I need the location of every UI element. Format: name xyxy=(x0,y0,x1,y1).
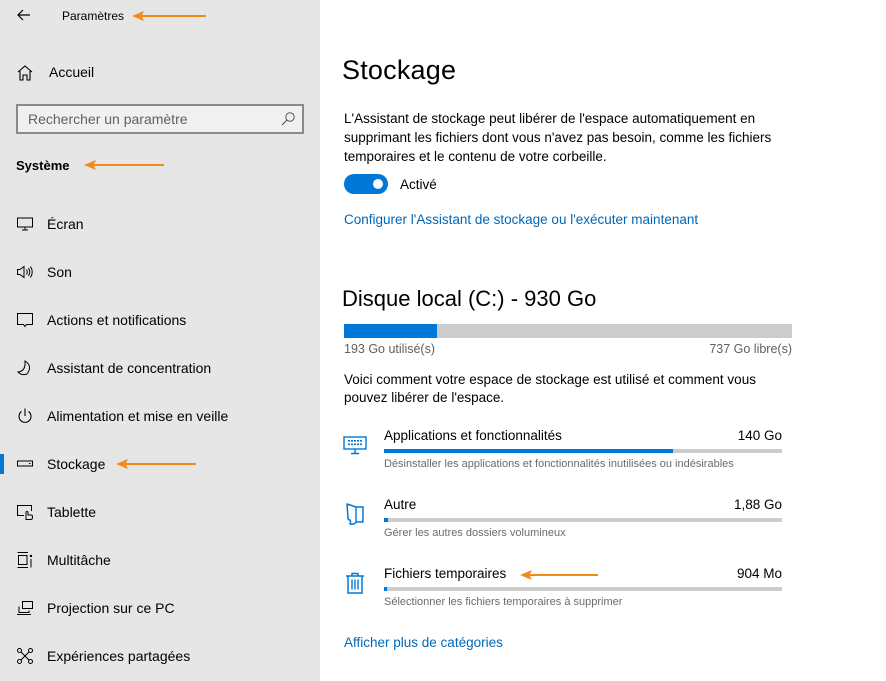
search-icon[interactable] xyxy=(280,111,296,127)
disk-usage-bar xyxy=(344,324,792,338)
disk-used-label: 193 Go utilisé(s) xyxy=(344,342,436,356)
main-content: Stockage L'Assistant de stockage peut li… xyxy=(320,0,886,681)
moon-icon xyxy=(16,360,31,376)
category-size: 1,88 Go xyxy=(733,497,782,512)
shared-icon xyxy=(17,648,33,664)
category-other[interactable]: Autre 1,88 Go Gérer les autres dossiers … xyxy=(320,497,886,547)
sidebar-item-label: Écran xyxy=(47,216,84,232)
sidebar-item-label: Actions et notifications xyxy=(47,312,187,328)
storage-sense-description: L'Assistant de stockage peut libérer de … xyxy=(344,111,772,164)
sidebar-item-label: Tablette xyxy=(47,504,97,520)
toggle-knob xyxy=(373,179,383,189)
section-title: Système xyxy=(16,158,70,173)
power-icon xyxy=(18,408,32,423)
category-subtitle: Sélectionner les fichiers temporaires à … xyxy=(384,596,623,608)
notification-icon xyxy=(17,313,33,328)
tablet-icon xyxy=(17,505,33,520)
toggle-label: Activé xyxy=(400,177,437,192)
annotation-arrow xyxy=(84,160,164,170)
category-bar xyxy=(384,449,782,453)
search-box[interactable] xyxy=(16,104,304,134)
annotation-arrow xyxy=(132,11,206,21)
storage-sense-toggle[interactable] xyxy=(344,174,388,194)
sidebar-item-label: Son xyxy=(47,264,72,280)
projection-icon xyxy=(17,601,33,615)
monitor-icon xyxy=(17,217,33,231)
category-subtitle: Désinstaller les applications et fonctio… xyxy=(384,458,734,470)
sidebar-item-label: Assistant de concentration xyxy=(47,360,212,376)
category-bar-fill xyxy=(384,449,673,453)
sidebar-item-tablette[interactable]: Tablette xyxy=(0,492,320,532)
show-more-categories-link[interactable]: Afficher plus de catégories xyxy=(344,635,503,650)
category-bar-fill xyxy=(384,587,387,591)
trash-icon xyxy=(346,572,364,594)
disk-title: Disque local (C:) - 930 Go xyxy=(342,286,597,311)
sidebar-item-label: Multitâche xyxy=(47,552,111,568)
usage-description: Voici comment votre espace de stockage e… xyxy=(344,372,756,405)
annotation-arrow xyxy=(520,570,598,580)
speaker-icon xyxy=(17,265,33,279)
disk-usage-fill xyxy=(344,324,437,338)
category-temp-files[interactable]: Fichiers temporaires 904 Mo Sélectionner… xyxy=(320,566,886,616)
category-size: 904 Mo xyxy=(736,566,782,581)
sidebar-item-label: Projection sur ce PC xyxy=(47,600,175,616)
apps-icon xyxy=(343,436,367,455)
category-name: Autre xyxy=(384,497,417,512)
disk-free-label: 737 Go libre(s) xyxy=(709,342,792,356)
sidebar-item-actions-notifications[interactable]: Actions et notifications xyxy=(0,300,320,340)
folder-icon xyxy=(346,503,364,525)
category-size: 140 Go xyxy=(737,428,782,443)
sidebar: Paramètres Accueil Système Écran Son Act… xyxy=(0,0,320,681)
sidebar-item-projection[interactable]: Projection sur ce PC xyxy=(0,588,320,628)
category-name: Fichiers temporaires xyxy=(384,566,507,581)
home-icon xyxy=(17,65,33,81)
configure-storage-sense-link[interactable]: Configurer l'Assistant de stockage ou l'… xyxy=(344,212,698,227)
category-apps[interactable]: Applications et fonctionnalités 140 Go D… xyxy=(320,428,886,478)
drive-icon xyxy=(17,460,33,467)
app-title: Paramètres xyxy=(62,9,125,23)
sidebar-item-label: Accueil xyxy=(49,64,95,80)
category-bar xyxy=(384,587,782,591)
active-indicator xyxy=(0,454,4,474)
sidebar-item-multitache[interactable]: Multitâche xyxy=(0,540,320,580)
category-bar-fill xyxy=(384,518,388,522)
sidebar-item-assistant-concentration[interactable]: Assistant de concentration xyxy=(0,348,320,388)
sidebar-item-alimentation[interactable]: Alimentation et mise en veille xyxy=(0,396,320,436)
sidebar-item-ecran[interactable]: Écran xyxy=(0,204,320,244)
sidebar-item-home[interactable]: Accueil xyxy=(0,57,320,87)
page-title: Stockage xyxy=(342,55,457,85)
category-name: Applications et fonctionnalités xyxy=(384,428,562,443)
annotation-arrow xyxy=(116,459,196,469)
sidebar-item-son[interactable]: Son xyxy=(0,252,320,292)
sidebar-item-experiences-partagees[interactable]: Expériences partagées xyxy=(0,636,320,676)
category-bar xyxy=(384,518,782,522)
sidebar-item-label: Expériences partagées xyxy=(47,648,191,664)
back-button[interactable] xyxy=(14,5,34,25)
sidebar-item-label: Stockage xyxy=(47,456,106,472)
search-input[interactable] xyxy=(28,110,278,128)
arrow-left-icon xyxy=(17,9,30,21)
multitask-icon xyxy=(17,552,33,568)
sidebar-item-label: Alimentation et mise en veille xyxy=(47,408,229,424)
category-subtitle: Gérer les autres dossiers volumineux xyxy=(384,527,566,539)
